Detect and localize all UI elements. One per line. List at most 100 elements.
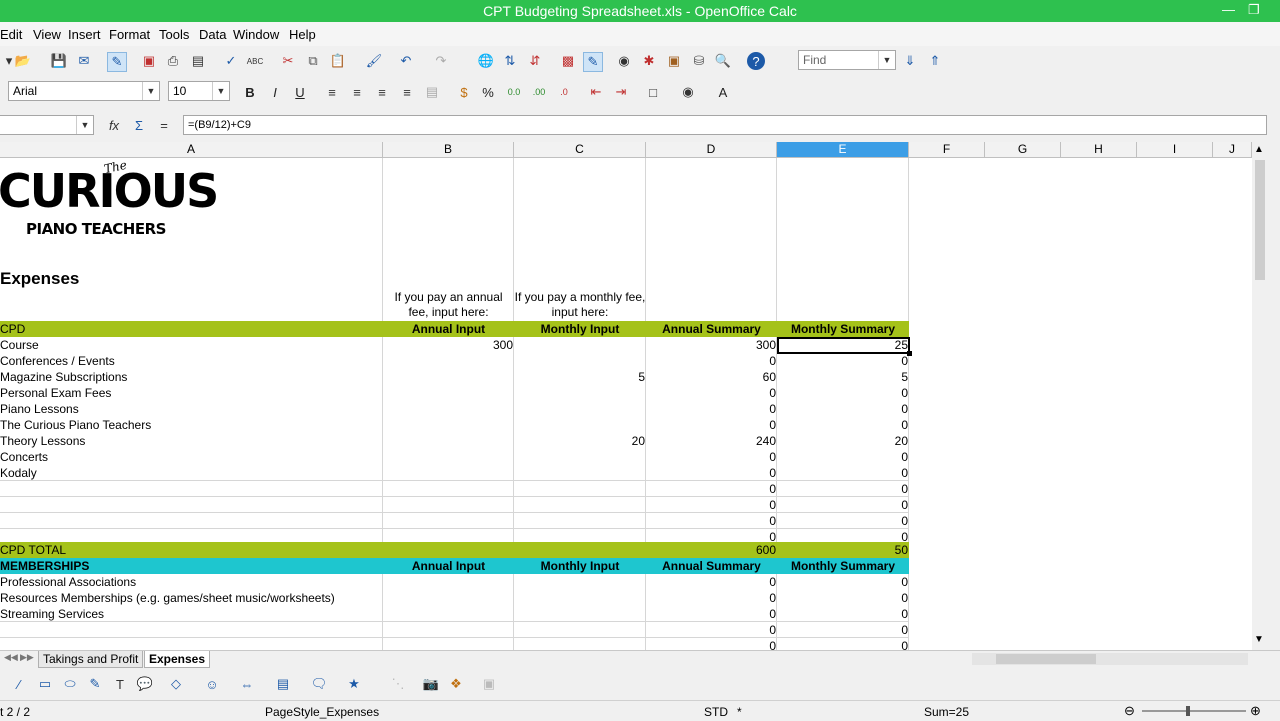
text-icon[interactable]: T [111,675,129,693]
chevron-down-icon[interactable]: ▼ [142,82,159,100]
symbol-shapes-icon[interactable]: ☺ [203,675,221,693]
delete-decimal-icon[interactable]: .0 [555,83,573,101]
name-box[interactable]: ▼ [0,115,94,135]
formula-input[interactable]: =(B9/12)+C9 [183,115,1267,135]
menu-help[interactable]: Help [289,27,316,42]
function-wizard-icon[interactable]: fx [105,116,123,134]
menu-format[interactable]: Format [109,27,150,42]
chevron-down-icon[interactable]: ▼ [76,116,93,134]
number-format-icon[interactable]: 0.0 [505,83,523,101]
redo-icon[interactable]: ↷ [432,52,450,70]
stars-icon[interactable]: ★ [345,675,363,693]
sort-ascending-icon[interactable]: ⇅ [501,52,519,70]
print-icon[interactable]: ⎙ [164,52,182,70]
zoom-in-icon[interactable]: ⊕ [1250,703,1261,719]
column-header-j[interactable]: J [1213,142,1252,158]
cpd-row-monthly-summary[interactable]: 5 [777,369,909,385]
cpd-total-label[interactable]: CPD TOTAL [0,542,380,558]
cpd-row-annual-summary[interactable]: 0 [646,385,777,401]
memberships-row-annual-summary[interactable]: 0 [646,590,777,606]
cpd-row-monthly-input[interactable] [514,449,646,465]
increase-indent-icon[interactable]: ⇥ [612,83,630,101]
cpd-row-label[interactable]: Personal Exam Fees [0,385,380,401]
column-header-h[interactable]: H [1061,142,1137,158]
cpd-row-label[interactable] [0,481,380,497]
column-header-i[interactable]: I [1137,142,1213,158]
cpd-row-annual-input[interactable] [383,433,514,449]
cpd-row-annual-summary[interactable]: 0 [646,417,777,433]
memberships-section-title[interactable]: MEMBERSHIPS [0,558,380,574]
font-size-select[interactable]: 10 ▼ [168,81,230,101]
callouts-icon[interactable]: 🗨 [310,675,328,693]
callout-icon[interactable]: 💬 [136,675,154,693]
cpd-row-annual-summary[interactable]: 0 [646,513,777,529]
tab-expenses[interactable]: Expenses [144,651,211,668]
cpd-row-monthly-input[interactable] [514,337,646,353]
font-name-select[interactable]: Arial ▼ [8,81,160,101]
memberships-row-annual-summary[interactable]: 0 [646,606,777,622]
find-input[interactable]: Find ▼ [798,50,896,70]
cpd-row-annual-input[interactable] [383,353,514,369]
memberships-row-label[interactable]: Resources Memberships (e.g. games/sheet … [0,590,380,606]
navigator-icon[interactable]: ✱ [640,52,658,70]
cpd-row-annual-input[interactable] [383,465,514,481]
spellcheck-icon[interactable]: ✓ [222,52,240,70]
memberships-row-monthly-summary[interactable]: 0 [777,622,909,638]
menu-window[interactable]: Window [233,27,279,42]
cpd-row-annual-input[interactable] [383,401,514,417]
cpd-row-monthly-input[interactable] [514,353,646,369]
menu-edit[interactable]: Edit [0,27,22,42]
memberships-row-monthly-summary[interactable]: 0 [777,574,909,590]
cpd-row-monthly-summary[interactable]: 0 [777,481,909,497]
underline-icon[interactable]: U [291,83,309,101]
cpd-row-annual-summary[interactable]: 0 [646,353,777,369]
hyperlink-icon[interactable]: 🌐 [477,52,495,70]
menu-data[interactable]: Data [199,27,226,42]
cpd-row-label[interactable]: Concerts [0,449,380,465]
cpd-row-label[interactable] [0,513,380,529]
column-header-f[interactable]: F [909,142,985,158]
cpd-row-annual-summary[interactable]: 0 [646,401,777,417]
cpd-row-monthly-input[interactable] [514,401,646,417]
save-icon[interactable]: 💾 [50,52,68,70]
merge-cells-icon[interactable]: ▤ [423,83,441,101]
memberships-header-monthly-summary[interactable]: Monthly Summary [777,558,909,574]
menu-view[interactable]: View [33,27,61,42]
memberships-row-label[interactable] [0,638,380,650]
tab-nav-last-icon[interactable]: ▶▶ [20,652,34,663]
cpd-row-monthly-summary[interactable]: 0 [777,465,909,481]
cpd-row-annual-summary[interactable]: 0 [646,449,777,465]
cpd-section-title[interactable]: CPD [0,321,380,337]
equals-icon[interactable]: = [155,116,173,134]
cpd-row-monthly-input[interactable] [514,385,646,401]
cpd-total-annual[interactable]: 600 [646,542,777,558]
zoom-slider-thumb[interactable] [1186,706,1190,716]
rectangle-icon[interactable]: ▭ [36,675,54,693]
scroll-thumb[interactable] [1255,160,1265,280]
background-color-icon[interactable]: ◉ [679,83,697,101]
memberships-header-monthly-input[interactable]: Monthly Input [514,558,646,574]
memberships-header-annual-input[interactable]: Annual Input [383,558,514,574]
memberships-row-label[interactable]: Professional Associations [0,574,380,590]
chevron-down-icon[interactable]: ▼ [212,82,229,100]
chevron-down-icon[interactable]: ▼ [878,51,895,69]
currency-icon[interactable]: $ [455,83,473,101]
help-icon[interactable]: ? [747,52,765,70]
memberships-row-monthly-summary[interactable]: 0 [777,606,909,622]
align-center-icon[interactable]: ≡ [348,83,366,101]
cpd-row-monthly-summary[interactable]: 0 [777,385,909,401]
autospell-icon[interactable]: ABC [246,52,264,70]
open-folder-icon[interactable]: 📂 [14,52,32,70]
cpd-total-monthly[interactable]: 50 [777,542,909,558]
cpd-row-label[interactable] [0,497,380,513]
horizontal-scrollbar[interactable] [972,653,1248,665]
column-header-d[interactable]: D [646,142,777,158]
add-decimal-icon[interactable]: .00 [530,83,548,101]
cpd-row-label[interactable]: Kodaly [0,465,380,481]
column-header-b[interactable]: B [383,142,514,158]
cpd-row-annual-input[interactable] [383,449,514,465]
decrease-indent-icon[interactable]: ⇤ [587,83,605,101]
clone-format-icon[interactable]: 🖌 [365,52,383,70]
cpd-row-monthly-input[interactable] [514,481,646,497]
cpd-header-monthly-summary[interactable]: Monthly Summary [777,321,909,337]
